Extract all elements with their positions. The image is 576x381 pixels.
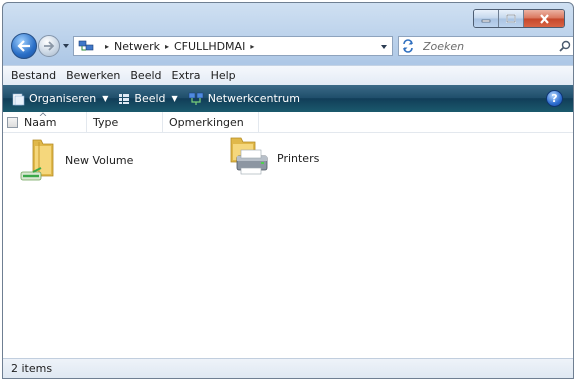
shared-folder-icon: [20, 139, 54, 181]
breadcrumb-network[interactable]: Netwerk: [114, 40, 160, 53]
list-item[interactable]: New Volume: [19, 136, 133, 184]
menu-file[interactable]: Bestand: [11, 69, 56, 82]
item-count: 2 items: [11, 362, 53, 375]
column-type[interactable]: Type: [87, 112, 163, 132]
organize-icon: [12, 93, 25, 105]
column-notes[interactable]: Opmerkingen: [163, 112, 259, 132]
item-label: Printers: [277, 151, 320, 165]
network-center-button[interactable]: Netwerkcentrum: [188, 92, 300, 106]
column-header: Naam Type Opmerkingen: [3, 112, 573, 133]
organize-dropdown-icon: ▼: [102, 94, 109, 103]
network-icon: [78, 40, 94, 51]
breadcrumb-separator: ▸: [105, 41, 110, 51]
status-bar: 2 items: [3, 358, 573, 378]
maximize-icon: [506, 14, 516, 23]
list-item[interactable]: Printers: [227, 136, 319, 180]
column-name[interactable]: Naam: [3, 112, 87, 132]
menu-view[interactable]: Beeld: [130, 69, 161, 82]
close-button[interactable]: [524, 10, 564, 27]
view-icon: [119, 93, 130, 104]
explorer-window: ▸ Netwerk ▸ CFULLHDMAI ▸ Bestand Bewerke…: [2, 2, 574, 379]
menu-help[interactable]: Help: [211, 69, 236, 82]
view-dropdown-icon: ▼: [171, 94, 178, 103]
caption-buttons: [473, 9, 565, 28]
column-name-label: Naam: [24, 115, 57, 129]
network-center-label: Netwerkcentrum: [207, 92, 300, 105]
view-label: Beeld: [134, 92, 166, 105]
file-list-area[interactable]: Naam Type Opmerkingen New Volume Printer…: [3, 112, 573, 358]
organize-label: Organiseren: [29, 92, 97, 105]
breadcrumb-computer[interactable]: CFULLHDMAI: [174, 40, 245, 53]
command-bar: Organiseren ▼ Beeld ▼ Netwerkcentrum ?: [3, 85, 573, 112]
maximize-button[interactable]: [499, 10, 524, 27]
search-input[interactable]: [421, 38, 573, 54]
breadcrumb-separator[interactable]: ▸: [165, 42, 169, 51]
breadcrumb-separator[interactable]: ▸: [250, 42, 254, 51]
printers-folder-icon: [230, 137, 268, 175]
help-button[interactable]: ?: [546, 90, 563, 107]
view-button[interactable]: Beeld ▼: [118, 92, 178, 105]
back-button[interactable]: [11, 33, 37, 59]
search-box: [398, 36, 573, 56]
item-label: New Volume: [65, 153, 134, 167]
address-dropdown-icon[interactable]: [380, 43, 388, 51]
select-all-checkbox[interactable]: [7, 116, 18, 128]
forward-button[interactable]: [38, 35, 60, 57]
forward-arrow-icon: [44, 41, 55, 51]
menu-edit[interactable]: Bewerken: [66, 69, 120, 82]
menu-bar: Bestand Bewerken Beeld Extra Help: [3, 65, 573, 85]
address-bar[interactable]: ▸ Netwerk ▸ CFULLHDMAI ▸: [73, 36, 393, 56]
menu-tools[interactable]: Extra: [172, 69, 201, 82]
column-notes-label: Opmerkingen: [169, 115, 244, 129]
minimize-button[interactable]: [474, 10, 499, 27]
back-arrow-icon: [17, 40, 30, 52]
history-dropdown-icon[interactable]: [62, 42, 70, 50]
navigation-row: ▸ Netwerk ▸ CFULLHDMAI ▸: [11, 33, 573, 61]
organize-button[interactable]: Organiseren ▼: [11, 92, 108, 106]
network-center-icon: [188, 92, 203, 105]
sort-up-icon: [39, 112, 47, 116]
close-icon: [539, 13, 549, 24]
column-type-label: Type: [93, 115, 119, 129]
search-icon[interactable]: [559, 40, 571, 52]
minimize-icon: [481, 19, 491, 22]
refresh-icon[interactable]: [401, 39, 415, 53]
